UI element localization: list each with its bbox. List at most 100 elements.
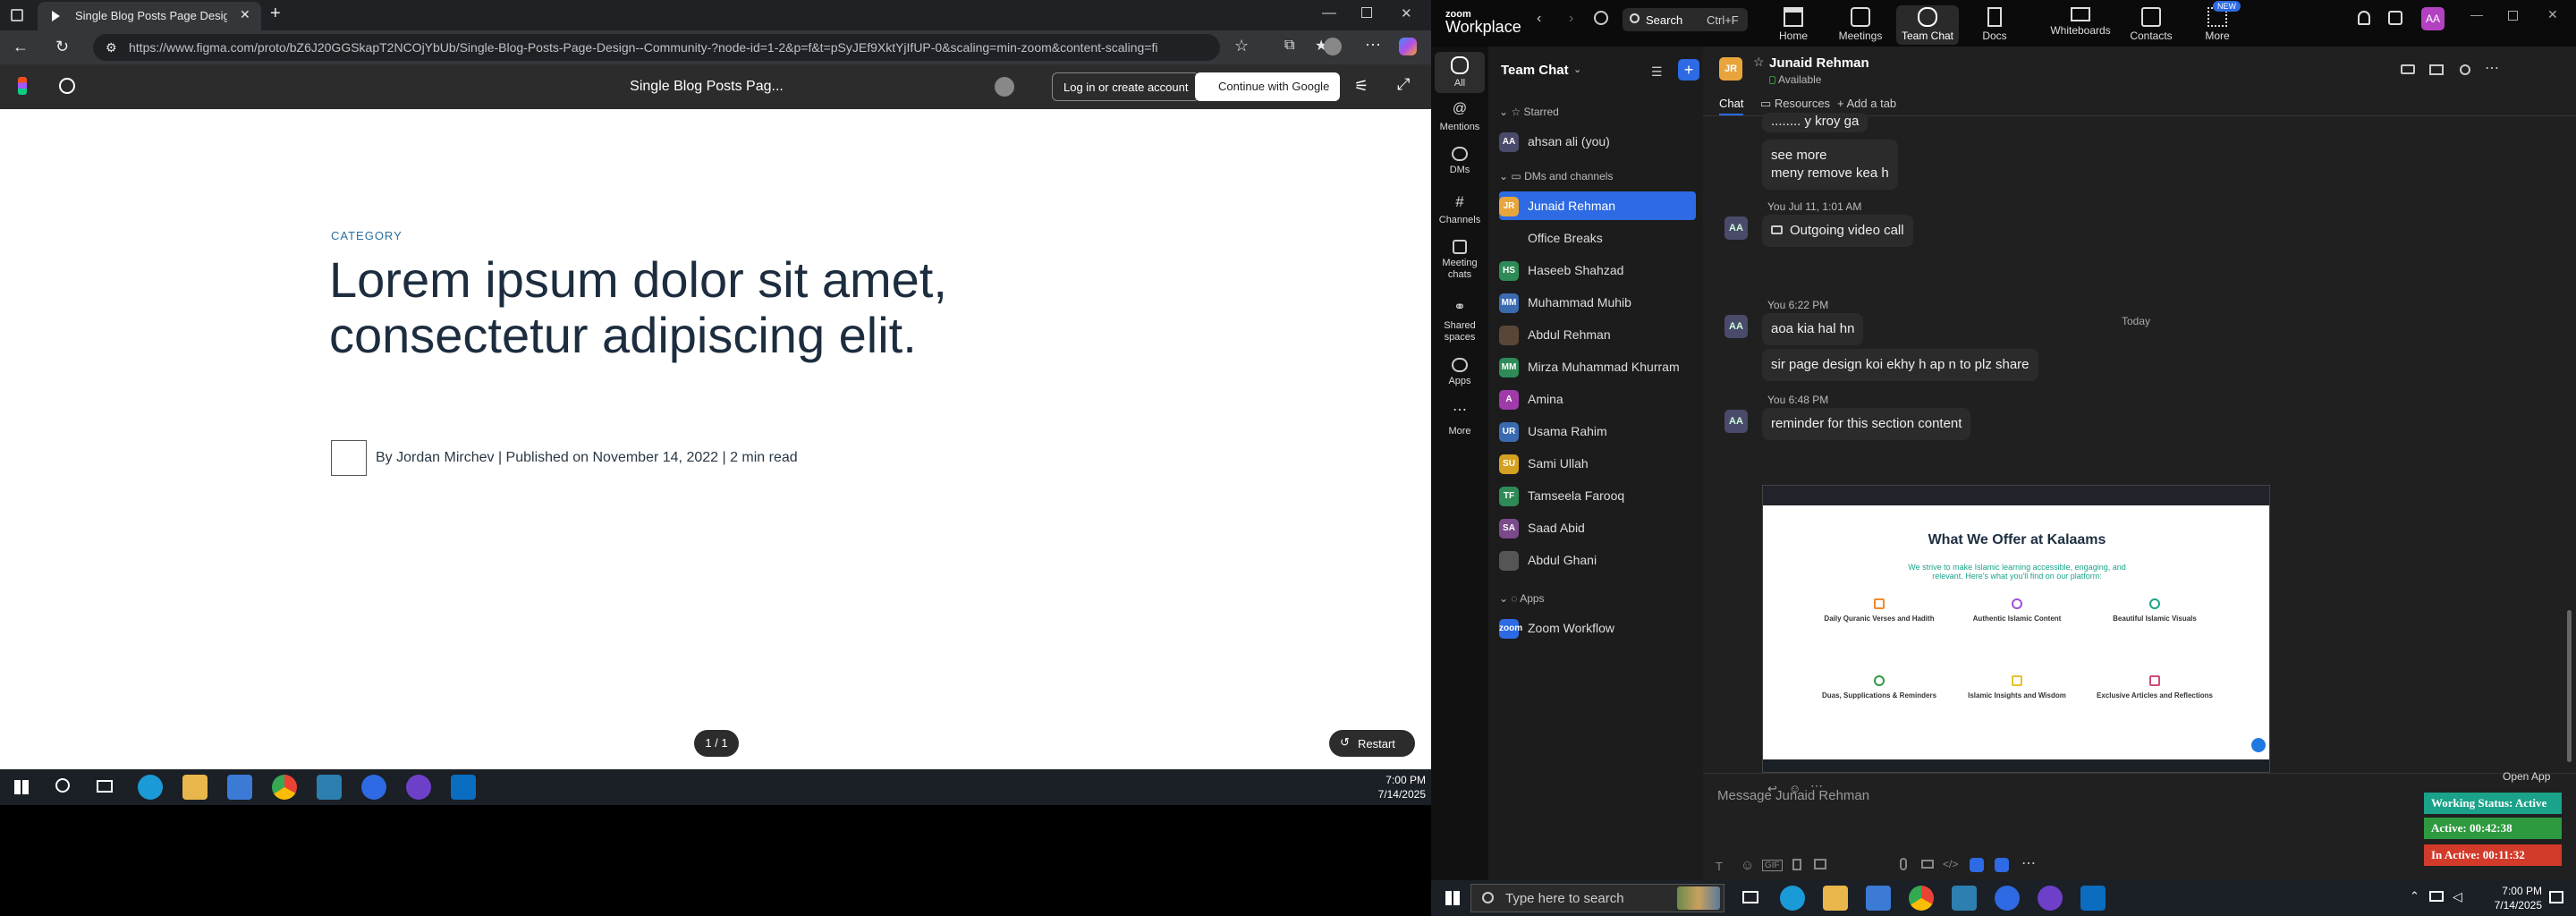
- search-icon[interactable]: [55, 778, 70, 793]
- message-aoa[interactable]: aoa kia hal hn: [1762, 313, 1864, 345]
- star-icon[interactable]: ☆: [1753, 55, 1765, 70]
- section-dms[interactable]: ⌄ ▭ DMs and channels: [1499, 170, 1613, 182]
- taskbar-search[interactable]: Type here to search: [1470, 884, 1724, 912]
- search-icon[interactable]: [2460, 64, 2470, 75]
- browser-tab[interactable]: Single Blog Posts Page Design (C ✕: [38, 2, 261, 30]
- rail-apps[interactable]: Apps: [1435, 358, 1485, 387]
- tab-meetings[interactable]: Meetings: [1829, 5, 1892, 45]
- tab-docs[interactable]: Docs: [1963, 5, 2026, 45]
- history-icon[interactable]: [1594, 11, 1608, 25]
- contact-name[interactable]: Junaid Rehman: [1769, 55, 1869, 71]
- chat-list-item[interactable]: UR Usama Rahim: [1499, 417, 1696, 445]
- chat-list-item[interactable]: TF Tamseela Farooq: [1499, 481, 1696, 510]
- vscode-icon[interactable]: [2080, 886, 2106, 911]
- bell-icon[interactable]: [2358, 11, 2370, 25]
- github-icon[interactable]: [2038, 886, 2063, 911]
- emoji-icon[interactable]: ☺: [1741, 858, 1754, 873]
- sender-avatar[interactable]: AA: [1724, 216, 1748, 240]
- video-icon[interactable]: [2401, 64, 2415, 74]
- sender-avatar[interactable]: AA: [1724, 410, 1748, 433]
- shared-screenshot[interactable]: What We Offer at Kalaams We strive to ma…: [1762, 485, 2270, 773]
- continue-google-button[interactable]: Continue with Google: [1195, 72, 1341, 101]
- video-call-message[interactable]: Outgoing video call: [1762, 215, 1913, 247]
- scrollbar[interactable]: [2567, 610, 2572, 762]
- chat-list-item[interactable]: MM Muhammad Muhib: [1499, 288, 1696, 317]
- chat-list-item[interactable]: Abdul Ghani: [1499, 546, 1696, 574]
- rail-meeting-chats[interactable]: Meeting chats: [1435, 240, 1485, 281]
- chat-list-item[interactable]: Abdul Rehman: [1499, 320, 1696, 349]
- zoom-icon[interactable]: [361, 775, 386, 800]
- copilot-icon[interactable]: [1399, 38, 1417, 55]
- tray-chevron-icon[interactable]: ⌃: [2410, 889, 2419, 903]
- code-icon[interactable]: </>: [1943, 858, 1958, 870]
- task-view-icon[interactable]: [97, 780, 113, 793]
- rail-dms[interactable]: DMs: [1435, 147, 1485, 176]
- user-avatar[interactable]: AA: [2421, 7, 2445, 30]
- site-info-icon[interactable]: ⚙: [106, 40, 117, 55]
- rail-mentions[interactable]: @ Mentions: [1435, 100, 1485, 133]
- url-input[interactable]: ⚙ https://www.figma.com/proto/bZ6J20GGSk…: [93, 34, 1220, 61]
- notification-icon[interactable]: [2549, 891, 2563, 903]
- close-icon[interactable]: ✕: [2547, 7, 2558, 22]
- video-message-icon[interactable]: [1921, 860, 1934, 869]
- rail-shared-spaces[interactable]: ⚭ Shared spaces: [1435, 299, 1485, 344]
- tab-team-chat[interactable]: Team Chat: [1896, 5, 1959, 45]
- tab-home[interactable]: Home: [1762, 5, 1825, 45]
- open-app-link[interactable]: Open App: [2503, 770, 2550, 783]
- edge-icon[interactable]: [1780, 886, 1805, 911]
- compose-button[interactable]: +: [1678, 59, 1699, 81]
- chat-list-item[interactable]: Office Breaks: [1499, 224, 1696, 252]
- tab-add[interactable]: + Add a tab: [1837, 97, 1896, 110]
- profile-icon[interactable]: [1324, 38, 1342, 55]
- file-icon[interactable]: [1792, 859, 1801, 870]
- chat-list-item[interactable]: JR Junaid Rehman: [1499, 191, 1696, 220]
- filter-icon[interactable]: ☰: [1651, 64, 1663, 80]
- rail-more[interactable]: ⋯ More: [1435, 403, 1485, 437]
- app-icon[interactable]: [317, 775, 342, 800]
- message-see-more[interactable]: see more meny remove kea h: [1762, 140, 1898, 190]
- chrome-icon[interactable]: [1909, 886, 1934, 911]
- comment-icon[interactable]: [59, 78, 75, 94]
- network-icon[interactable]: [2429, 891, 2444, 902]
- section-starred[interactable]: ⌄ ☆ Starred: [1499, 106, 1559, 118]
- chat-list-item[interactable]: SA Saad Abid: [1499, 513, 1696, 542]
- start-icon[interactable]: [1445, 891, 1460, 905]
- screen-share-icon[interactable]: [2429, 64, 2444, 75]
- chat-list-item[interactable]: A Amina: [1499, 385, 1696, 413]
- maximize-icon[interactable]: [2508, 11, 2518, 21]
- forward-icon[interactable]: ›: [1569, 11, 1573, 27]
- rail-all[interactable]: All: [1435, 52, 1485, 93]
- chat-list-item[interactable]: zoom Zoom Workflow: [1499, 614, 1696, 642]
- volume-icon[interactable]: ◁: [2453, 889, 2462, 904]
- file-explorer-icon[interactable]: [182, 775, 208, 800]
- calendar-icon[interactable]: [2388, 11, 2402, 25]
- window-menu-icon[interactable]: [11, 9, 23, 21]
- vscode-icon[interactable]: [451, 775, 476, 800]
- login-button[interactable]: Log in or create account: [1052, 72, 1200, 101]
- message-page-design[interactable]: sir page design koi ekhy h ap n to plz s…: [1762, 349, 2038, 381]
- store-icon[interactable]: [1866, 886, 1891, 911]
- section-apps[interactable]: ⌄ ◌ Apps: [1499, 592, 1545, 605]
- zoom-search[interactable]: Search Ctrl+F: [1623, 8, 1748, 31]
- chat-list-item[interactable]: SU Sami Ullah: [1499, 449, 1696, 478]
- rail-channels[interactable]: # Channels: [1435, 193, 1485, 226]
- figma-logo-icon[interactable]: [18, 77, 27, 95]
- extensions-icon[interactable]: ⧉: [1284, 38, 1294, 54]
- format-icon[interactable]: T: [1716, 860, 1723, 873]
- chevron-down-icon[interactable]: ⌄: [1573, 64, 1581, 75]
- edge-icon[interactable]: [138, 775, 163, 800]
- maximize-icon[interactable]: [1361, 7, 1372, 18]
- app-icon[interactable]: [1952, 886, 1977, 911]
- chat-list-item[interactable]: HS Haseeb Shahzad: [1499, 256, 1696, 284]
- start-icon[interactable]: [14, 780, 29, 794]
- file-explorer-icon[interactable]: [1823, 886, 1848, 911]
- message-reminder[interactable]: reminder for this section content: [1762, 408, 1971, 440]
- back-icon[interactable]: ←: [13, 38, 29, 56]
- star-icon[interactable]: ☆: [1234, 37, 1249, 55]
- more-icon[interactable]: ⋯: [2485, 59, 2499, 77]
- tab-contacts[interactable]: Contacts: [2120, 5, 2182, 45]
- message-cut[interactable]: ........ y kroy ga: [1762, 113, 1868, 132]
- chat-list-item[interactable]: MM Mirza Muhammad Khurram: [1499, 352, 1696, 381]
- restart-button[interactable]: ↺ Restart: [1329, 730, 1415, 757]
- more-icon[interactable]: ⋯: [2021, 854, 2036, 872]
